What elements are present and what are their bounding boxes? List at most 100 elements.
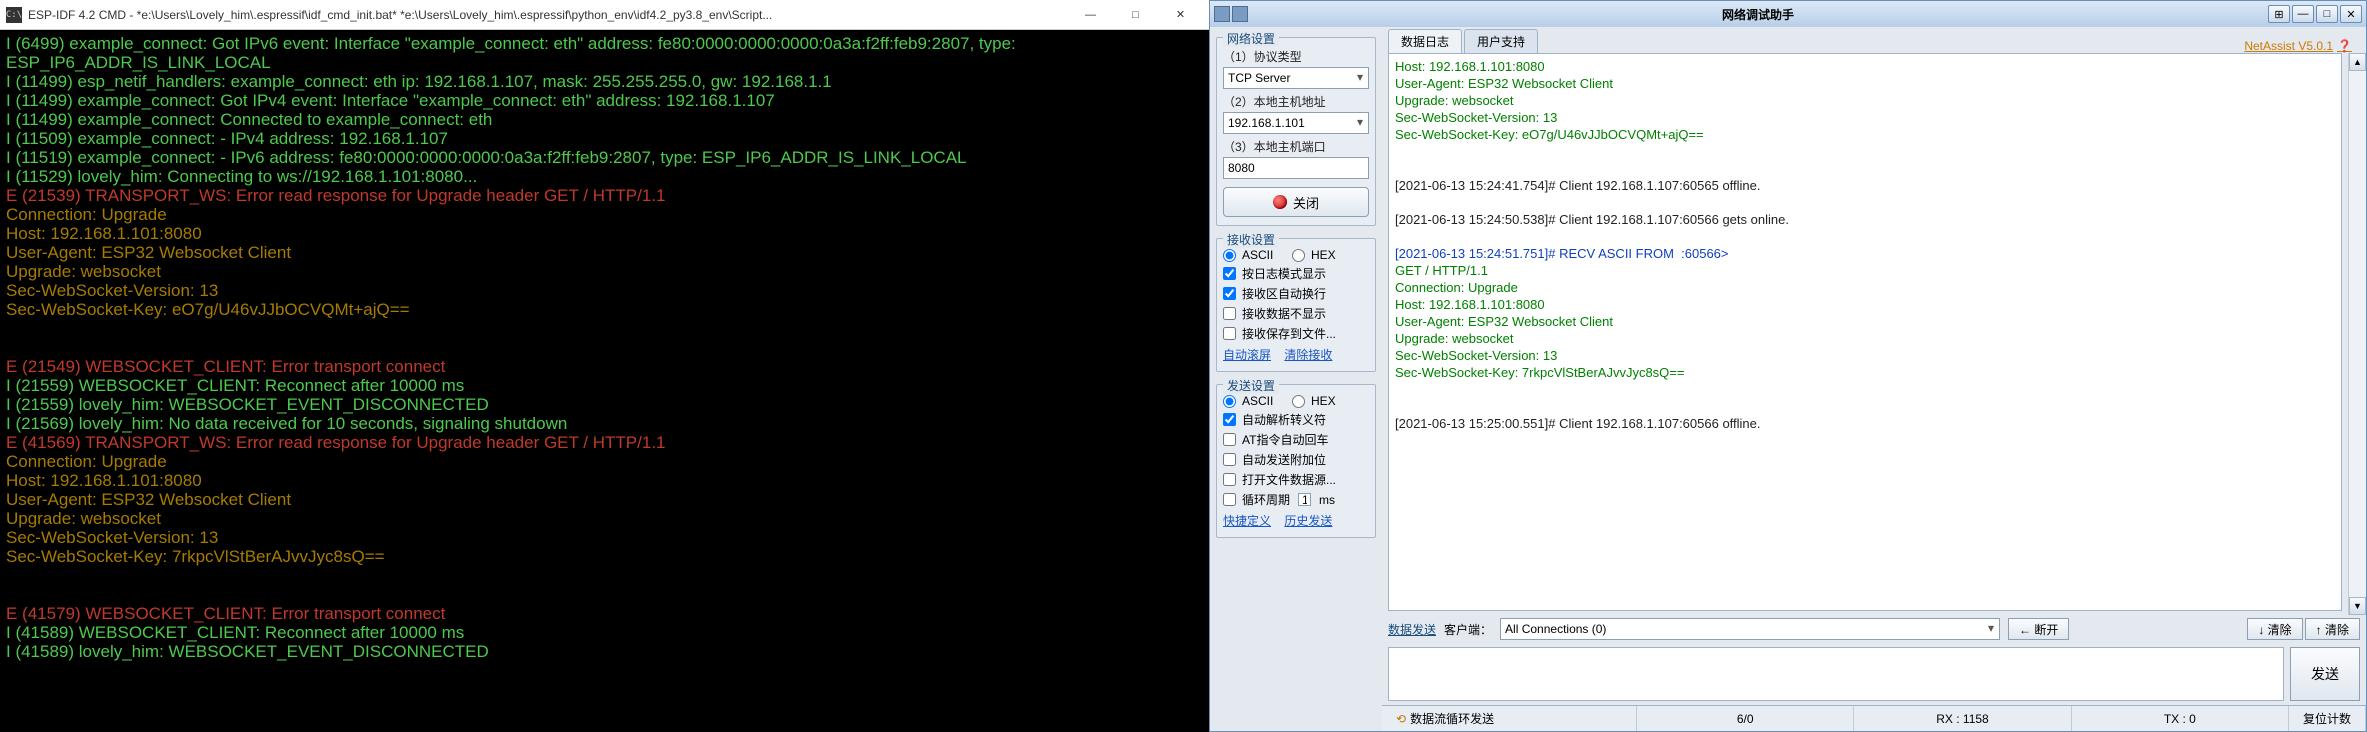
scroll-down-icon[interactable]: ▼ <box>2349 597 2366 615</box>
status-tx: TX : 0 <box>2072 706 2289 731</box>
client-label: 客户端： <box>1444 621 1492 638</box>
tabs: 数据日志 用户支持 NetAssist V5.0.1 ❓ <box>1382 27 2366 53</box>
tab-user-support[interactable]: 用户支持 <box>1464 29 1538 53</box>
log-line: [2021-06-13 15:24:50.538]# Client 192.16… <box>1395 211 2335 228</box>
version-link[interactable]: NetAssist V5.0.1 ❓ <box>2244 39 2352 53</box>
log-line: [2021-06-13 15:24:51.751]# RECV ASCII FR… <box>1395 245 2335 262</box>
check-label: 打开文件数据源... <box>1242 471 1336 488</box>
terminal-line: E (41579) WEBSOCKET_CLIENT: Error transp… <box>6 604 1203 623</box>
close-button[interactable]: ✕ <box>2340 5 2362 23</box>
status-dot-icon <box>1273 195 1287 209</box>
terminal-line: I (11499) esp_netif_handlers: example_co… <box>6 72 1203 91</box>
status-reset[interactable]: 复位计数 <box>2289 706 2366 731</box>
terminal-line: Sec-WebSocket-Key: eO7g/U46vJJbOCVQMt+aj… <box>6 300 1203 319</box>
send-shortcut-link[interactable]: 快捷定义 <box>1223 514 1271 528</box>
tab-data-log[interactable]: 数据日志 <box>1388 29 1462 53</box>
status-loop-label: 数据流循环发送 <box>1410 710 1494 727</box>
data-log-box[interactable]: Host: 192.168.1.101:8080User-Agent: ESP3… <box>1388 53 2342 611</box>
netassist-window: 网络调试助手 ⊞ — □ ✕ 网络设置 （1）协议类型 （2）本地主机地址 （3… <box>1209 0 2367 732</box>
send-bar: 数据发送 客户端： ← 断开 ↓ 清除 ↑ 清除 <box>1388 615 2360 643</box>
terminal-line: Sec-WebSocket-Version: 13 <box>6 281 1203 300</box>
check-label: 按日志模式显示 <box>1242 265 1326 282</box>
disconnect-button[interactable]: ← 断开 <box>2008 618 2069 640</box>
close-button[interactable]: ✕ <box>1158 1 1203 29</box>
terminal-line: E (21549) WEBSOCKET_CLIENT: Error transp… <box>6 357 1203 376</box>
send-history-link[interactable]: 历史发送 <box>1284 514 1332 528</box>
terminal-line <box>6 566 1203 585</box>
netassist-title: 网络调试助手 <box>1248 6 2268 23</box>
host-label: （2）本地主机地址 <box>1223 93 1369 110</box>
log-line: [2021-06-13 15:25:00.551]# Client 192.16… <box>1395 415 2335 432</box>
radio-label: ASCII <box>1242 394 1273 408</box>
send-cycle-input[interactable] <box>1298 493 1311 506</box>
terminal-body[interactable]: I (6499) example_connect: Got IPv6 event… <box>0 30 1209 732</box>
terminal-line <box>6 585 1203 604</box>
minimize-button[interactable]: — <box>1068 1 1113 29</box>
send-hex-radio[interactable] <box>1292 395 1305 408</box>
send-ascii-radio[interactable] <box>1223 395 1236 408</box>
terminal-line: I (6499) example_connect: Got IPv6 event… <box>6 34 1203 72</box>
minimize-button[interactable]: — <box>2292 5 2314 23</box>
check-label: 接收数据不显示 <box>1242 305 1326 322</box>
recv-clear-link[interactable]: 清除接收 <box>1284 348 1332 362</box>
log-line: [2021-06-13 15:24:41.754]# Client 192.16… <box>1395 177 2335 194</box>
terminal-line: I (11509) example_connect: - IPv4 addres… <box>6 129 1203 148</box>
group-title: 网络设置 <box>1223 30 1279 47</box>
send-data-label[interactable]: 数据发送 <box>1388 621 1436 638</box>
terminal-line: I (21559) WEBSOCKET_CLIENT: Reconnect af… <box>6 376 1203 395</box>
log-line <box>1395 143 2335 160</box>
connections-select[interactable] <box>1500 618 2000 640</box>
terminal-line: Sec-WebSocket-Version: 13 <box>6 528 1203 547</box>
recv-hiderecv-check[interactable] <box>1223 307 1236 320</box>
terminal-line: I (21559) lovely_him: WEBSOCKET_EVENT_DI… <box>6 395 1203 414</box>
recv-autoscroll-link[interactable]: 自动滚屏 <box>1223 348 1271 362</box>
check-label: AT指令自动回车 <box>1242 431 1328 448</box>
send-cycle-check[interactable] <box>1223 493 1236 506</box>
log-line <box>1395 228 2335 245</box>
host-input[interactable] <box>1223 112 1369 134</box>
recv-logmode-check[interactable] <box>1223 267 1236 280</box>
terminal-titlebar[interactable]: C:\ ESP-IDF 4.2 CMD - *e:\Users\Lovely_h… <box>0 0 1209 30</box>
scroll-track[interactable] <box>2349 71 2366 597</box>
close-btn-label: 关闭 <box>1293 193 1319 212</box>
netassist-titlebar[interactable]: 网络调试助手 ⊞ — □ ✕ <box>1210 1 2366 27</box>
recv-hex-radio[interactable] <box>1292 249 1305 262</box>
send-appendbit-check[interactable] <box>1223 453 1236 466</box>
status-loop: ⟲ 数据流循环发送 <box>1382 706 1637 731</box>
check-label: 接收保存到文件... <box>1242 325 1336 342</box>
send-openfile-check[interactable] <box>1223 473 1236 486</box>
recv-savefile-check[interactable] <box>1223 327 1236 340</box>
log-line <box>1395 398 2335 415</box>
maximize-button[interactable]: □ <box>2316 5 2338 23</box>
close-connection-button[interactable]: 关闭 <box>1223 187 1369 217</box>
protocol-select[interactable] <box>1223 67 1369 89</box>
recv-ascii-radio[interactable] <box>1223 249 1236 262</box>
clear-down-button[interactable]: ↓ 清除 <box>2247 618 2302 640</box>
send-button[interactable]: 发送 <box>2290 647 2360 701</box>
terminal-line: Host: 192.168.1.101:8080 <box>6 224 1203 243</box>
log-line: Sec-WebSocket-Version: 13 <box>1395 347 2335 364</box>
maximize-button[interactable]: □ <box>1113 1 1158 29</box>
terminal-title: ESP-IDF 4.2 CMD - *e:\Users\Lovely_him\.… <box>28 8 1068 22</box>
recv-autowrap-check[interactable] <box>1223 287 1236 300</box>
terminal-line: Connection: Upgrade <box>6 452 1203 471</box>
send-atcr-check[interactable] <box>1223 433 1236 446</box>
send-escape-check[interactable] <box>1223 413 1236 426</box>
scroll-up-icon[interactable]: ▲ <box>2349 53 2366 71</box>
group-title: 发送设置 <box>1223 377 1279 394</box>
terminal-line: Upgrade: websocket <box>6 509 1203 528</box>
terminal-line: I (41589) lovely_him: WEBSOCKET_EVENT_DI… <box>6 642 1203 661</box>
port-input[interactable] <box>1223 157 1369 179</box>
check-label: 自动发送附加位 <box>1242 451 1326 468</box>
radio-label: ASCII <box>1242 248 1273 262</box>
log-line: User-Agent: ESP32 Websocket Client <box>1395 313 2335 330</box>
terminal-line: I (11499) example_connect: Connected to … <box>6 110 1203 129</box>
radio-label: HEX <box>1311 248 1336 262</box>
send-textarea[interactable] <box>1388 647 2284 701</box>
terminal-line: E (21539) TRANSPORT_WS: Error read respo… <box>6 186 1203 205</box>
scrollbar[interactable]: ▲ ▼ <box>2348 53 2366 615</box>
terminal-window: C:\ ESP-IDF 4.2 CMD - *e:\Users\Lovely_h… <box>0 0 1209 732</box>
clear-up-button[interactable]: ↑ 清除 <box>2305 618 2360 640</box>
terminal-line <box>6 338 1203 357</box>
pin-button[interactable]: ⊞ <box>2268 5 2290 23</box>
